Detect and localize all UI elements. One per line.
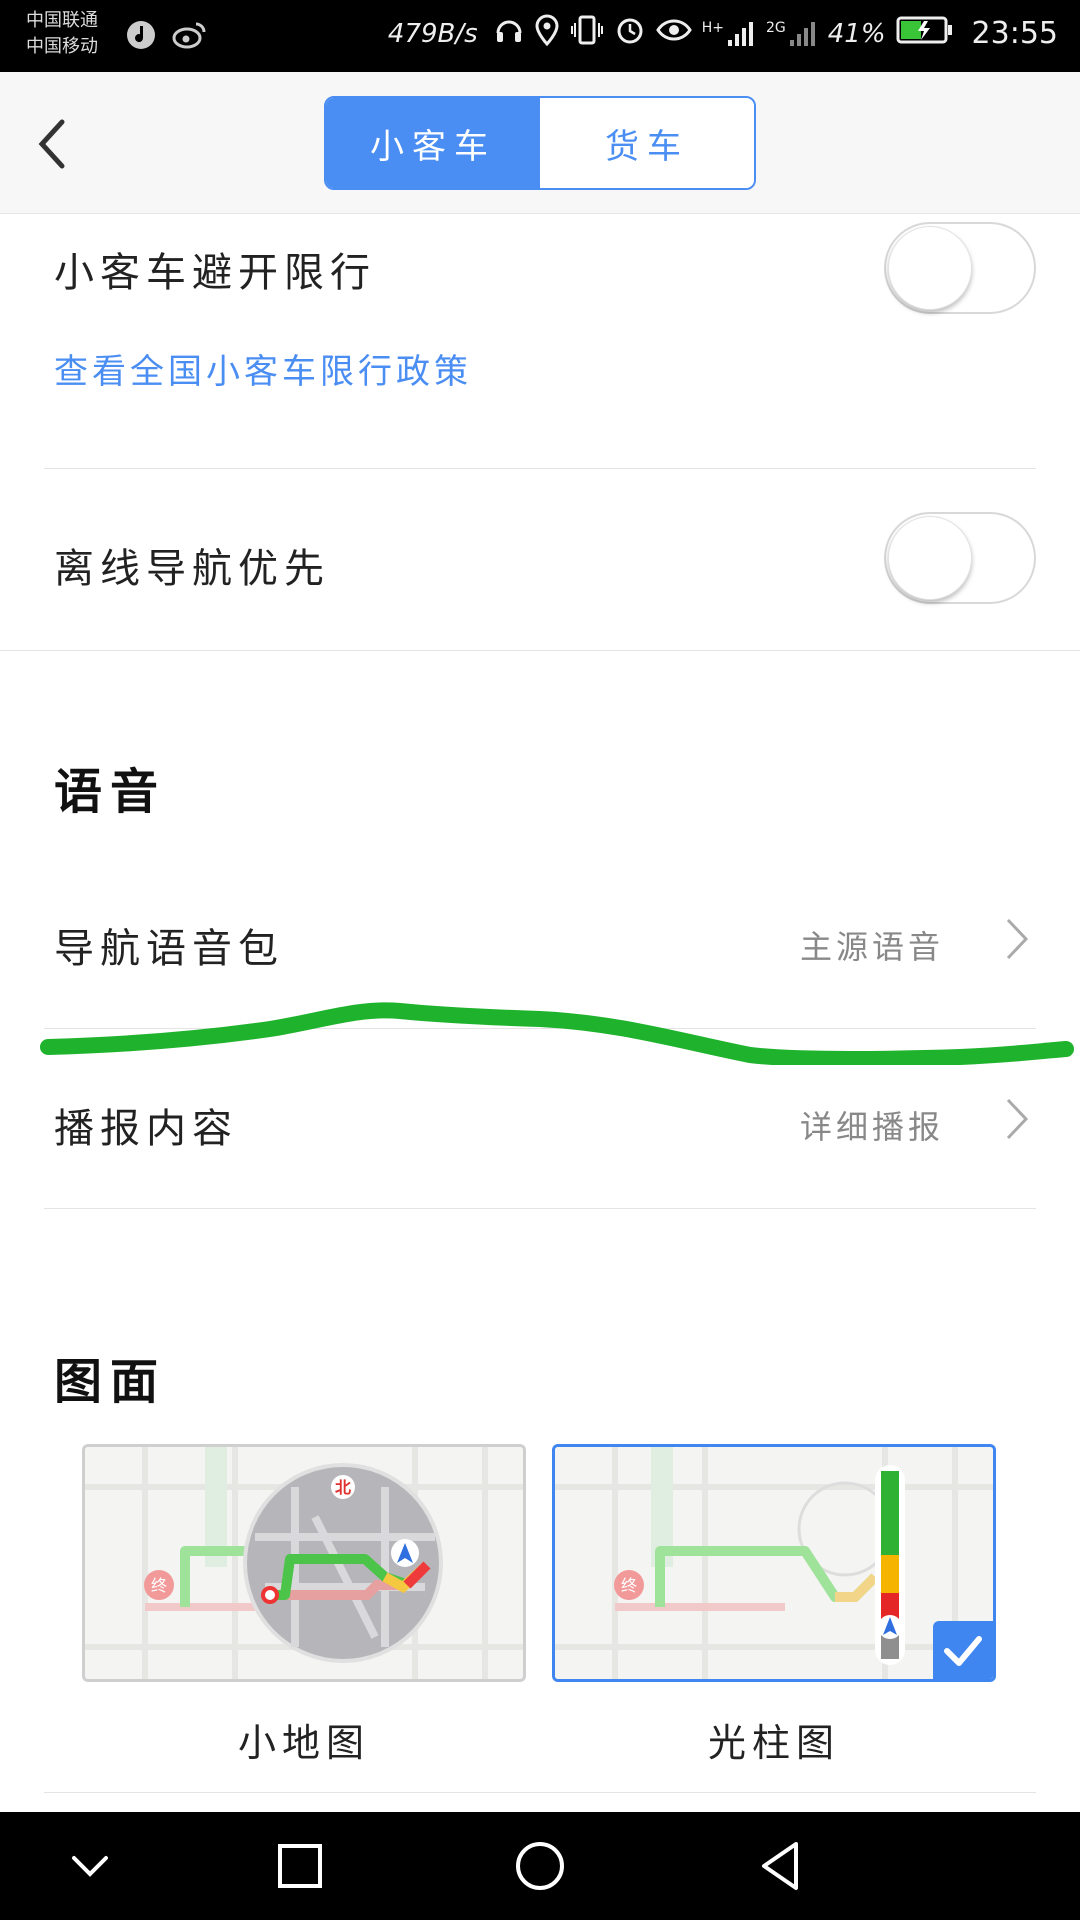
end-marker-label: 终 xyxy=(621,1576,637,1595)
signal-h-plus-icon: H+ xyxy=(702,20,756,48)
voice-pack-value: 主源语音 xyxy=(799,928,944,966)
annotation-stroke xyxy=(40,1002,1074,1065)
battery-icon xyxy=(896,15,954,52)
home-button[interactable] xyxy=(510,1836,570,1896)
offline-priority-toggle[interactable] xyxy=(884,512,1036,604)
voice-pack-row[interactable]: 导航语音包 主源语音 xyxy=(0,880,1080,1000)
tab-truck[interactable]: 货车 xyxy=(540,98,754,188)
eye-icon xyxy=(655,16,692,51)
recents-button[interactable] xyxy=(270,1836,330,1896)
net-type-1: H+ xyxy=(701,19,724,36)
display-option-minimap[interactable]: 终 北 xyxy=(82,1444,526,1682)
broadcast-value: 详细播报 xyxy=(799,1108,944,1146)
broadcast-label: 播报内容 xyxy=(54,1106,238,1152)
vibrate-icon xyxy=(570,14,604,53)
lightbar-preview: 终 xyxy=(555,1447,993,1679)
avoid-restriction-label: 小客车避开限行 xyxy=(54,250,376,296)
divider xyxy=(44,1208,1036,1209)
signal-2g-icon: 2G xyxy=(766,20,818,48)
chevron-left-icon xyxy=(38,119,65,169)
carrier-1: 中国联通 xyxy=(26,10,98,31)
chevron-right-icon xyxy=(1006,918,1029,960)
location-icon xyxy=(534,14,560,53)
restriction-policy-link[interactable]: 查看全国小客车限行政策 xyxy=(54,344,472,393)
offline-priority-label: 离线导航优先 xyxy=(54,546,330,592)
tab-car[interactable]: 小客车 xyxy=(326,98,540,188)
battery-percent: 41% xyxy=(827,18,886,49)
divider xyxy=(44,468,1036,469)
divider xyxy=(0,650,1080,651)
display-option-lightbar[interactable]: 终 xyxy=(552,1444,996,1682)
clock: 23:55 xyxy=(971,16,1058,51)
voice-section-heading: 语音 xyxy=(54,764,167,820)
lightbar-label: 光柱图 xyxy=(707,1721,840,1765)
display-section-heading: 图面 xyxy=(54,1354,167,1410)
broadcast-row[interactable]: 播报内容 详细播报 xyxy=(0,1060,1080,1180)
headset-icon xyxy=(494,15,524,52)
checkmark-icon xyxy=(944,1636,982,1666)
back-button[interactable] xyxy=(28,112,78,176)
minimap-label: 小地图 xyxy=(237,1721,370,1765)
music-icon xyxy=(124,18,158,52)
net-speed: 479B/s xyxy=(387,18,478,49)
carrier-2: 中国移动 xyxy=(26,36,98,57)
chevron-right-icon xyxy=(1006,1098,1029,1140)
avoid-restriction-toggle[interactable] xyxy=(884,222,1036,314)
divider xyxy=(44,1792,1036,1793)
minimap-preview: 终 北 xyxy=(85,1447,523,1679)
selected-check xyxy=(933,1621,993,1679)
end-marker-label: 终 xyxy=(151,1576,167,1595)
vehicle-type-segmented: 小客车 货车 xyxy=(324,96,756,190)
weibo-icon xyxy=(172,18,206,52)
north-label: 北 xyxy=(335,1478,351,1497)
header: 小客车 货车 xyxy=(0,72,1080,214)
back-nav-button[interactable] xyxy=(750,1836,810,1896)
carrier-info: 中国联通 中国移动 xyxy=(26,8,98,60)
status-bar: 中国联通 中国移动 479B/s H+ 2G 41% 23:55 xyxy=(0,0,1080,72)
voice-pack-label: 导航语音包 xyxy=(54,926,284,972)
alarm-icon xyxy=(614,14,646,53)
net-type-2: 2G xyxy=(765,19,786,36)
hide-nav-button[interactable] xyxy=(60,1836,120,1896)
system-nav-bar xyxy=(0,1812,1080,1920)
